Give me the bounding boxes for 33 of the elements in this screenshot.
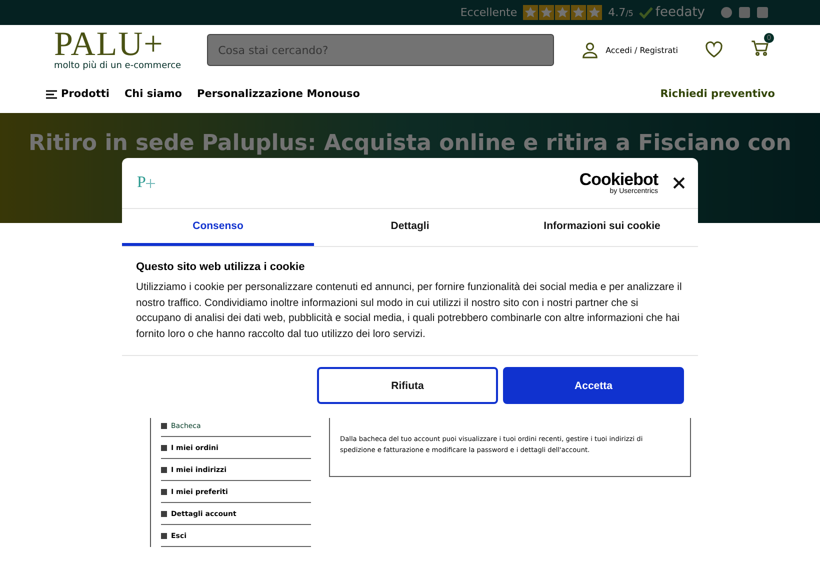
logo[interactable]: PALU+ xyxy=(54,29,182,61)
dialog-tab[interactable]: Dettagli xyxy=(314,209,506,246)
heart-icon[interactable] xyxy=(704,40,724,60)
star-icon xyxy=(539,5,554,20)
search-field[interactable]: Cosa stai cercando? xyxy=(207,34,554,66)
dialog-text: Utilizziamo i cookie per personalizzare contenuti ed annunci, per fornire funzionalità dei social media e per analizzare il nostro traffico. Condividiamo inoltre informazioni sul modo in cui utilizzi il nostro sito con i nostri partner che si occupano di analisi dei dati web, pubblicità e social media, i quali potrebbero combinarle con altre informazioni che hai fornito loro o che hanno raccolto dal tuo utilizzo dei loro servizi. xyxy=(136,281,683,342)
star-icon xyxy=(555,5,570,20)
menu-icon[interactable] xyxy=(46,90,57,98)
hero-title: Ritiro in sede Paluplus: Acquista online e ritira a Fisciano con xyxy=(28,131,792,156)
review-brand: feedaty xyxy=(655,5,705,20)
dialog-heading: Questo sito web utilizza i cookie xyxy=(136,261,306,273)
star-icon xyxy=(523,5,538,20)
logo-tagline: molto più di un e-commerce xyxy=(54,61,182,71)
dialog-logo: P xyxy=(137,174,146,192)
check-icon xyxy=(639,6,654,18)
nav-link[interactable]: Chi siamo xyxy=(124,88,182,100)
rating-label: Eccellente xyxy=(460,6,518,19)
dialog-tab[interactable]: Consenso xyxy=(122,209,314,246)
rating-score: 4.7/5 xyxy=(608,6,634,19)
cookiebot-logo: Cookiebot xyxy=(579,172,658,188)
nav-link[interactable]: Prodotti xyxy=(61,88,110,100)
nav-link[interactable]: Personalizzazione Monouso xyxy=(197,88,360,100)
dialog-tab[interactable]: Informazioni sui cookie xyxy=(506,209,698,246)
plus-icon xyxy=(146,178,155,188)
quote-link[interactable]: Richiedi preventivo xyxy=(660,88,775,100)
accept-button[interactable]: Accetta xyxy=(503,367,684,404)
cart-icon[interactable] xyxy=(750,38,770,58)
close-icon[interactable] xyxy=(672,176,686,190)
reject-button[interactable]: Rifiuta xyxy=(317,367,498,404)
star-icon xyxy=(587,5,602,20)
account-link[interactable]: Accedi / Registrati xyxy=(606,46,678,54)
user-icon[interactable] xyxy=(580,40,600,60)
star-icon xyxy=(571,5,586,20)
